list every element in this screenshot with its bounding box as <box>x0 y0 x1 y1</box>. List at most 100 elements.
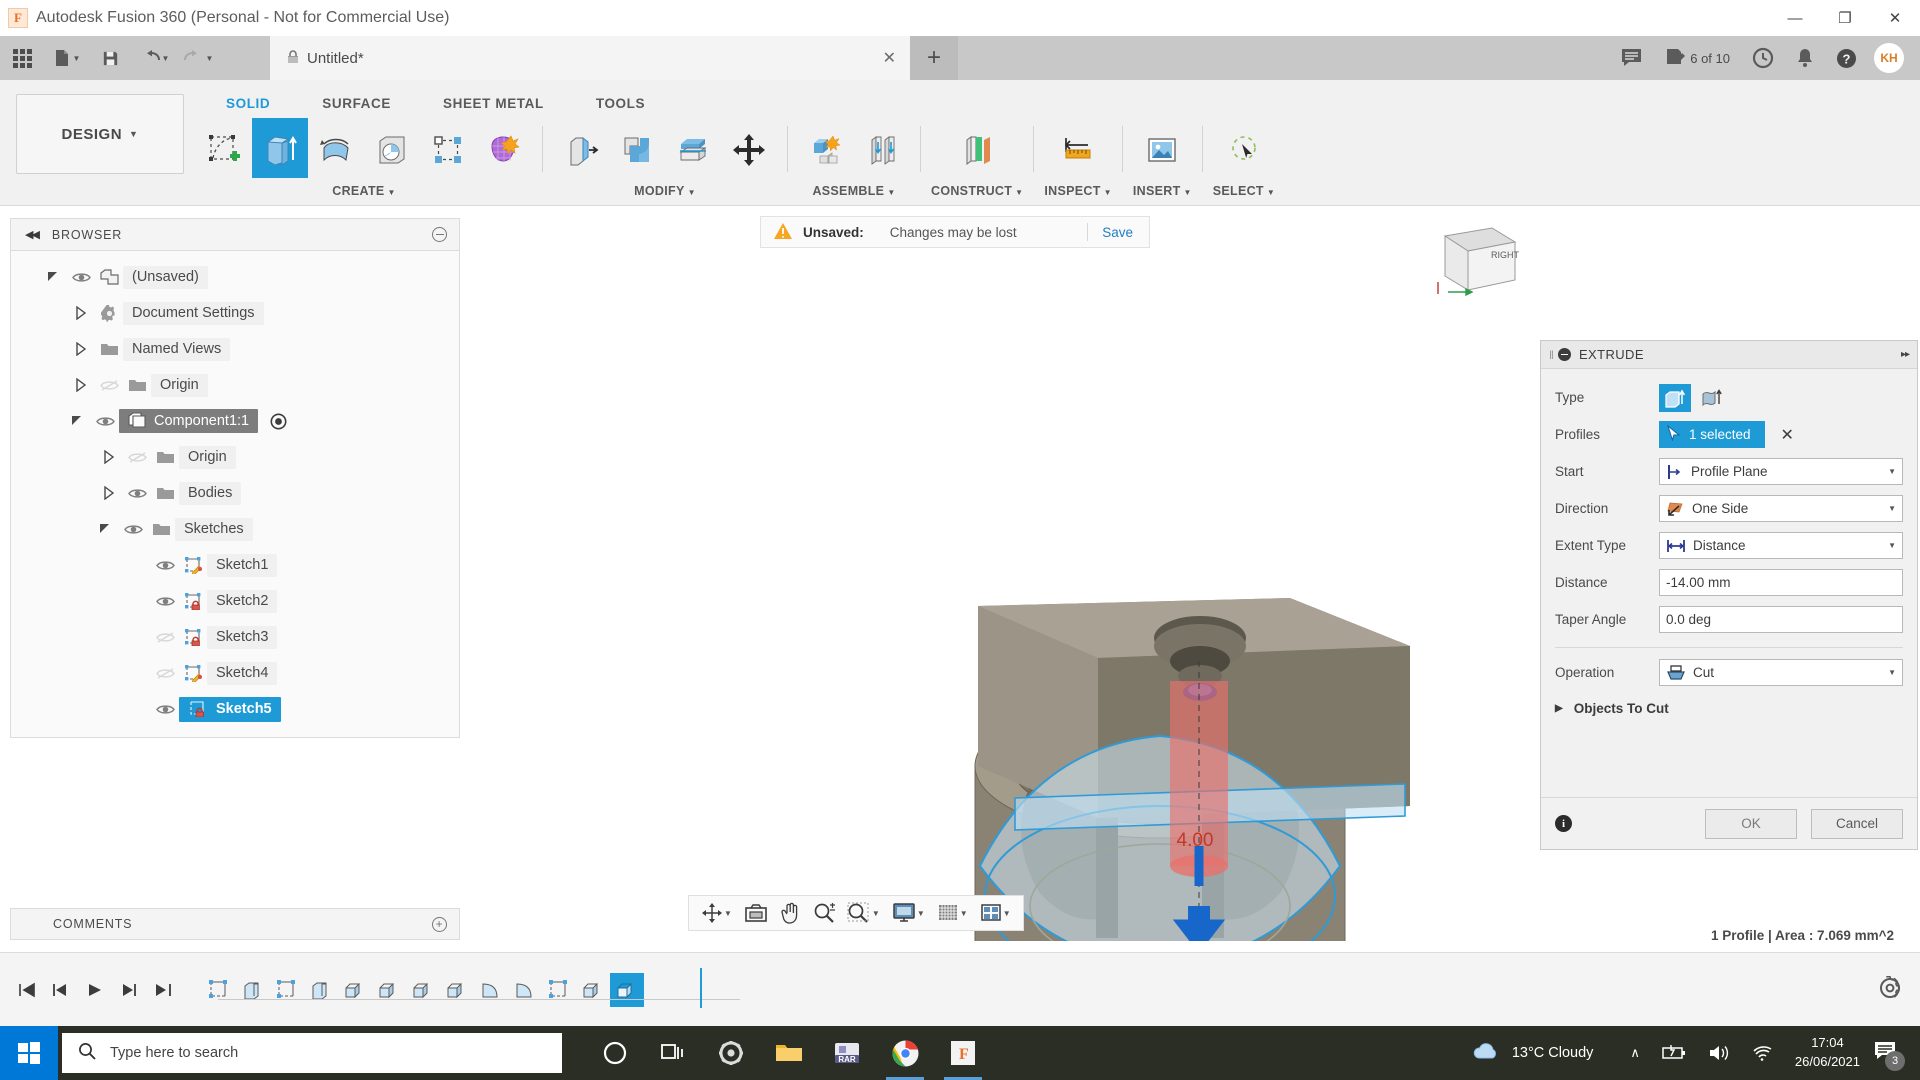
collapse-icon[interactable] <box>1557 348 1571 361</box>
task-view-icon[interactable] <box>644 1026 702 1080</box>
start-dropdown[interactable]: Profile Plane ▼ <box>1659 458 1903 485</box>
taper-angle-input[interactable]: 0.0 deg <box>1659 606 1903 633</box>
visibility-icon[interactable] <box>151 595 179 608</box>
new-component-button[interactable] <box>798 122 854 178</box>
notifications-icon[interactable]: 3 <box>1874 1041 1905 1071</box>
visibility-icon[interactable] <box>119 523 147 536</box>
cortana-icon[interactable] <box>586 1026 644 1080</box>
play-icon[interactable] <box>78 970 112 1010</box>
viewports-icon[interactable]: ▼ <box>974 896 1017 930</box>
visibility-icon[interactable] <box>151 703 179 716</box>
twisty-open-icon[interactable] <box>91 522 119 536</box>
save-link[interactable]: Save <box>1102 225 1133 240</box>
move-copy-button[interactable] <box>721 122 777 178</box>
visibility-icon[interactable] <box>151 559 179 572</box>
tree-node-named-views[interactable]: Named Views <box>11 331 459 367</box>
create-sketch-button[interactable] <box>196 122 252 178</box>
shell-button[interactable] <box>665 122 721 178</box>
twisty-closed-icon[interactable] <box>67 342 95 356</box>
rectangular-pattern-button[interactable] <box>420 122 476 178</box>
comments-panel-header[interactable]: COMMENTS + <box>10 908 460 940</box>
add-tab-button[interactable]: + <box>910 36 958 80</box>
decal-button[interactable] <box>1134 122 1190 178</box>
new-document-icon[interactable]: ▼ <box>44 36 88 80</box>
zoom-icon[interactable] <box>807 896 841 930</box>
timeline-item-extrude[interactable] <box>372 973 406 1007</box>
extrude-button[interactable] <box>252 118 308 178</box>
hole-button[interactable] <box>364 122 420 178</box>
timeline-item-extrude[interactable] <box>304 973 338 1007</box>
go-to-start-icon[interactable] <box>10 970 44 1010</box>
avatar[interactable]: KH <box>1874 43 1904 73</box>
viewport[interactable]: 4.00 -14.00 mm ⋮ Unsaved: Changes may be… <box>460 206 1545 941</box>
timeline-item-extrude[interactable] <box>576 973 610 1007</box>
twisty-closed-icon[interactable] <box>67 306 95 320</box>
fillet-button[interactable] <box>609 122 665 178</box>
surface-extrude-icon[interactable] <box>1696 384 1728 412</box>
tree-node-bodies[interactable]: Bodies <box>11 475 459 511</box>
windows-start-icon[interactable] <box>0 1026 58 1080</box>
direction-dropdown[interactable]: One Side ▼ <box>1659 495 1903 522</box>
clear-selection-icon[interactable]: ✕ <box>1781 425 1794 445</box>
tab-tools[interactable]: TOOLS <box>570 92 671 118</box>
look-at-icon[interactable] <box>738 896 774 930</box>
tree-node-sketch5[interactable]: Sketch5 <box>11 691 459 727</box>
collapse-left-icon[interactable]: ◀◀ <box>25 228 40 241</box>
timeline-item-sketch[interactable] <box>542 973 576 1007</box>
pan-icon[interactable] <box>774 896 807 930</box>
timeline-item-current-extrude[interactable] <box>610 972 644 1007</box>
timeline-item-fillet[interactable] <box>474 973 508 1007</box>
taskbar-clock[interactable]: 17:04 26/06/2021 <box>1795 1034 1860 1072</box>
help-icon[interactable]: ? <box>1825 36 1868 80</box>
tab-solid[interactable]: SOLID <box>200 92 296 118</box>
visibility-off-icon[interactable] <box>95 379 123 392</box>
timeline-item-fillet[interactable] <box>508 973 542 1007</box>
tree-node-origin-component[interactable]: Origin <box>11 439 459 475</box>
timeline-item-extrude[interactable] <box>440 973 474 1007</box>
measure-button[interactable] <box>1050 122 1106 178</box>
view-cube[interactable]: RIGHT <box>1420 218 1530 308</box>
winrar-icon[interactable]: RAR <box>818 1026 876 1080</box>
visibility-icon[interactable] <box>91 415 119 428</box>
timeline-item-sketch[interactable] <box>270 973 304 1007</box>
timeline-item-sketch[interactable] <box>202 973 236 1007</box>
job-status-icon[interactable]: 6 of 10 <box>1654 36 1741 80</box>
document-tab[interactable]: Untitled* ✕ <box>270 36 910 80</box>
undo-icon[interactable]: ▼ <box>132 36 176 80</box>
extrude-dialog-header[interactable]: ‖ EXTRUDE ▸▸ <box>1541 341 1917 369</box>
bell-icon[interactable] <box>1785 36 1825 80</box>
chevron-down-icon[interactable]: ▼ <box>1888 504 1896 513</box>
info-icon[interactable]: i <box>1555 815 1572 832</box>
model-canvas[interactable]: 4.00 <box>460 206 1545 941</box>
minimize-icon[interactable] <box>432 227 447 242</box>
visibility-off-icon[interactable] <box>151 667 179 680</box>
tab-sheet-metal[interactable]: SHEET METAL <box>417 92 570 118</box>
drag-grip-icon[interactable]: ‖ <box>1549 348 1554 362</box>
expand-right-icon[interactable]: ▸▸ <box>1901 349 1910 360</box>
tree-node-sketch2[interactable]: Sketch2 <box>11 583 459 619</box>
visibility-icon[interactable] <box>67 271 95 284</box>
grid-snaps-icon[interactable]: ▼ <box>931 896 974 930</box>
timeline-marker[interactable] <box>700 968 702 1008</box>
visibility-off-icon[interactable] <box>123 451 151 464</box>
profiles-selection[interactable]: 1 selected <box>1659 421 1765 448</box>
close-icon[interactable]: ✕ <box>883 48 896 68</box>
orbit-icon[interactable]: ▼ <box>695 896 738 930</box>
search-input[interactable]: Type here to search <box>62 1033 562 1073</box>
tree-node-unsaved[interactable]: (Unsaved) <box>11 259 459 295</box>
ok-button[interactable]: OK <box>1705 808 1797 839</box>
chevron-up-icon[interactable]: ∧ <box>1630 1045 1640 1061</box>
tree-node-sketch1[interactable]: Sketch1 <box>11 547 459 583</box>
timeline-item-extrude[interactable] <box>236 973 270 1007</box>
step-forward-icon[interactable] <box>112 970 146 1010</box>
step-back-icon[interactable] <box>44 970 78 1010</box>
cancel-button[interactable]: Cancel <box>1811 808 1903 839</box>
timeline-item-extrude[interactable] <box>338 973 372 1007</box>
weather-widget[interactable]: 13°C Cloudy <box>1472 1041 1593 1065</box>
go-to-end-icon[interactable] <box>146 970 180 1010</box>
chevron-down-icon[interactable]: ▼ <box>1888 668 1896 677</box>
visibility-off-icon[interactable] <box>151 631 179 644</box>
tree-node-sketch3[interactable]: Sketch3 <box>11 619 459 655</box>
select-tool-button[interactable] <box>1216 122 1272 178</box>
operation-dropdown[interactable]: Cut ▼ <box>1659 659 1903 686</box>
